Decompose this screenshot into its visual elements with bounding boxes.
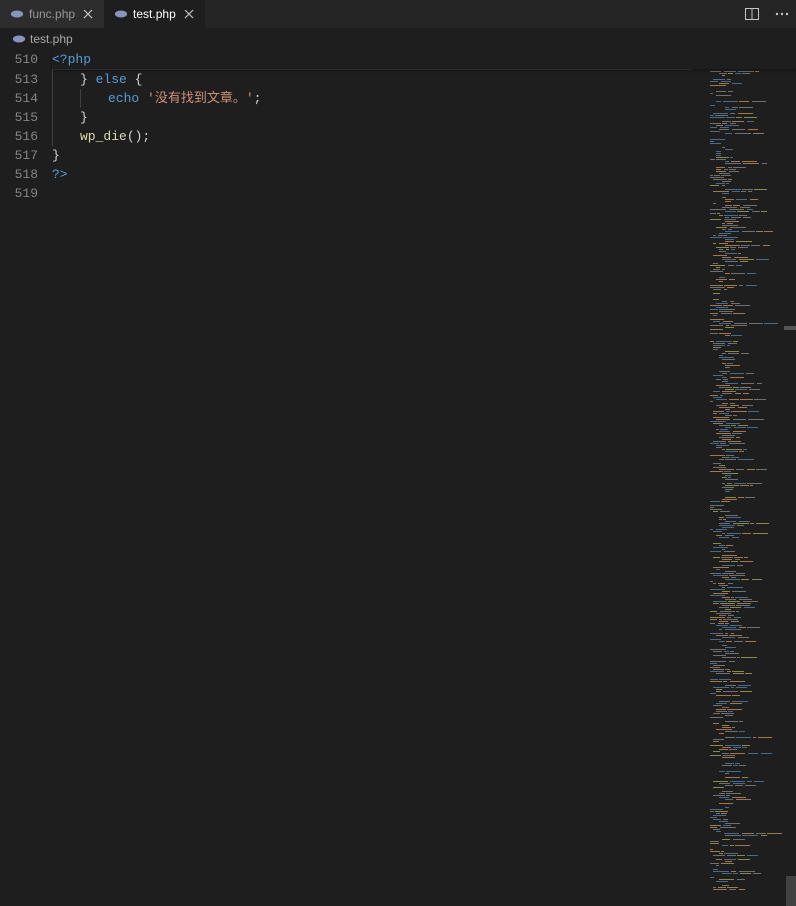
sticky-content: <?php	[52, 52, 91, 67]
line-number: 514	[0, 89, 38, 108]
sticky-line-number: 510	[0, 50, 38, 69]
breadcrumb-label: test.php	[30, 32, 73, 46]
scroll-marker	[784, 326, 796, 330]
code-line[interactable]: }	[52, 146, 796, 165]
code-line[interactable]: wp_die();	[52, 127, 796, 146]
line-number: 513	[0, 70, 38, 89]
code-line[interactable]: } else {	[52, 70, 796, 89]
tab-actions	[744, 0, 790, 28]
scrollbar-thumb[interactable]	[786, 876, 796, 906]
line-number-gutter: 510 513514515516517518519	[0, 50, 52, 906]
line-number: 518	[0, 165, 38, 184]
tab-func-php[interactable]: func.php	[0, 0, 104, 28]
tab-label: func.php	[29, 7, 75, 21]
code-line[interactable]	[52, 184, 796, 203]
code-line[interactable]: ?>	[52, 165, 796, 184]
line-number: 516	[0, 127, 38, 146]
php-icon	[114, 7, 128, 21]
tab-test-php[interactable]: test.php	[104, 0, 205, 28]
close-icon[interactable]	[80, 6, 96, 22]
code-area[interactable]: <?php } else {echo '没有找到文章。';}wp_die();}…	[52, 50, 796, 906]
minimap[interactable]	[706, 50, 784, 906]
line-number: 517	[0, 146, 38, 165]
more-actions-icon[interactable]	[774, 6, 790, 22]
sticky-scroll-line[interactable]: <?php	[52, 50, 796, 69]
line-number: 519	[0, 184, 38, 203]
line-number: 515	[0, 108, 38, 127]
close-icon[interactable]	[181, 6, 197, 22]
code-line[interactable]: }	[52, 108, 796, 127]
php-icon	[10, 7, 24, 21]
tab-label: test.php	[133, 7, 176, 21]
editor: 510 513514515516517518519 <?php } else {…	[0, 50, 796, 906]
breadcrumb[interactable]: test.php	[0, 28, 796, 50]
split-editor-icon[interactable]	[744, 6, 760, 22]
scrollbar-vertical[interactable]	[784, 50, 796, 906]
tab-bar: func.php test.php	[0, 0, 796, 28]
minimap-slider[interactable]	[706, 100, 784, 140]
php-icon	[12, 32, 26, 46]
code-line[interactable]: echo '没有找到文章。';	[52, 89, 796, 108]
